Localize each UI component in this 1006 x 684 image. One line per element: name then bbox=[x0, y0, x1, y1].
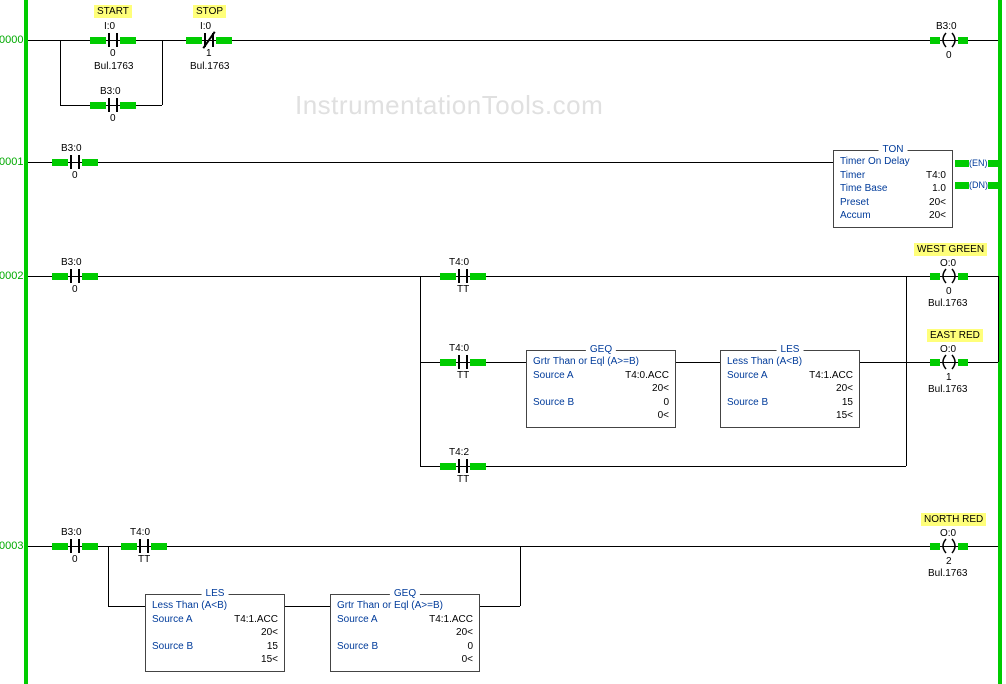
bul: Bul.1763 bbox=[928, 298, 967, 309]
xic[interactable] bbox=[62, 539, 88, 553]
v: 1.0 bbox=[932, 182, 946, 196]
xio-stop[interactable] bbox=[196, 33, 222, 47]
sub: TT bbox=[138, 554, 150, 565]
block-title: TON bbox=[879, 144, 908, 155]
v: 20< bbox=[929, 209, 946, 223]
bit: 0 bbox=[110, 48, 116, 59]
bit: 0 bbox=[946, 286, 952, 297]
bit: 0 bbox=[72, 554, 78, 565]
geq-block[interactable]: GEQ Grtr Than or Eql (A>=B) Source AT4:1… bbox=[330, 594, 480, 672]
v: T4:0 bbox=[926, 169, 946, 183]
ote-north-red[interactable] bbox=[938, 539, 960, 553]
addr: T4:0 bbox=[130, 527, 150, 538]
branch-wire bbox=[420, 466, 906, 467]
addr: I:0 bbox=[200, 21, 211, 32]
sub: TT bbox=[457, 474, 469, 485]
bul: Bul.1763 bbox=[928, 384, 967, 395]
bit: 1 bbox=[946, 372, 952, 383]
t: GEQ bbox=[586, 344, 616, 355]
ote-west-green[interactable] bbox=[938, 269, 960, 283]
addr: I:0 bbox=[104, 21, 115, 32]
xic[interactable] bbox=[62, 269, 88, 283]
branch bbox=[998, 276, 999, 362]
bit: 0 bbox=[72, 170, 78, 181]
xic[interactable] bbox=[450, 269, 476, 283]
bul: Bul.1763 bbox=[928, 568, 967, 579]
xic-start[interactable] bbox=[100, 33, 126, 47]
xic[interactable] bbox=[62, 155, 88, 169]
rung-number: 0003 bbox=[0, 540, 23, 552]
addr: T4:2 bbox=[449, 447, 469, 458]
rung-wire bbox=[28, 546, 998, 547]
xic[interactable] bbox=[450, 355, 476, 369]
ote-coil[interactable] bbox=[938, 33, 960, 47]
rung-number: 0002 bbox=[0, 270, 23, 282]
pin-dn: (DN) bbox=[955, 180, 1002, 190]
bit: 0 bbox=[110, 113, 116, 124]
ote-east-red[interactable] bbox=[938, 355, 960, 369]
label: EAST RED bbox=[927, 330, 983, 341]
label: WEST GREEN bbox=[914, 244, 987, 255]
bul: Bul.1763 bbox=[94, 61, 133, 72]
power-rail-left bbox=[24, 0, 28, 684]
label-stop: STOP bbox=[193, 6, 226, 17]
rung-wire bbox=[28, 40, 998, 41]
bit: 1 bbox=[206, 48, 212, 59]
geq-block[interactable]: GEQ Grtr Than or Eql (A>=B) Source AT4:0… bbox=[526, 350, 676, 428]
v: 20< bbox=[929, 196, 946, 210]
ton-block[interactable]: TON Timer On Delay TimerT4:0 Time Base1.… bbox=[833, 150, 953, 228]
branch bbox=[906, 276, 907, 466]
label-start: START bbox=[94, 6, 132, 17]
xic-seal[interactable] bbox=[100, 98, 126, 112]
addr: B3:0 bbox=[61, 527, 82, 538]
l: Timer On Delay bbox=[840, 155, 910, 169]
addr: B3:0 bbox=[61, 143, 82, 154]
bit: 2 bbox=[946, 556, 952, 567]
xic[interactable] bbox=[450, 459, 476, 473]
rung-number: 0000 bbox=[0, 34, 23, 46]
addr: B3:0 bbox=[100, 86, 121, 97]
rung-number: 0001 bbox=[0, 156, 23, 168]
addr: T4:0 bbox=[449, 343, 469, 354]
sub: TT bbox=[457, 284, 469, 295]
rung-wire bbox=[28, 276, 998, 277]
branch bbox=[520, 546, 521, 606]
rung-wire bbox=[28, 162, 833, 163]
bul: Bul.1763 bbox=[190, 61, 229, 72]
branch bbox=[60, 40, 61, 105]
pin-en: (EN) bbox=[955, 158, 1002, 168]
branch bbox=[420, 276, 421, 466]
bit: 0 bbox=[72, 284, 78, 295]
sub: TT bbox=[457, 370, 469, 381]
label: NORTH RED bbox=[921, 514, 986, 525]
branch bbox=[162, 40, 163, 105]
t: LES bbox=[777, 344, 804, 355]
addr: B3:0 bbox=[61, 257, 82, 268]
branch bbox=[108, 546, 109, 606]
bit: 0 bbox=[946, 50, 952, 61]
les-block[interactable]: LES Less Than (A<B) Source AT4:1.ACC 20<… bbox=[145, 594, 285, 672]
addr: T4:0 bbox=[449, 257, 469, 268]
watermark: InstrumentationTools.com bbox=[295, 90, 603, 121]
xic[interactable] bbox=[131, 539, 157, 553]
les-block[interactable]: LES Less Than (A<B) Source AT4:1.ACC 20<… bbox=[720, 350, 860, 428]
